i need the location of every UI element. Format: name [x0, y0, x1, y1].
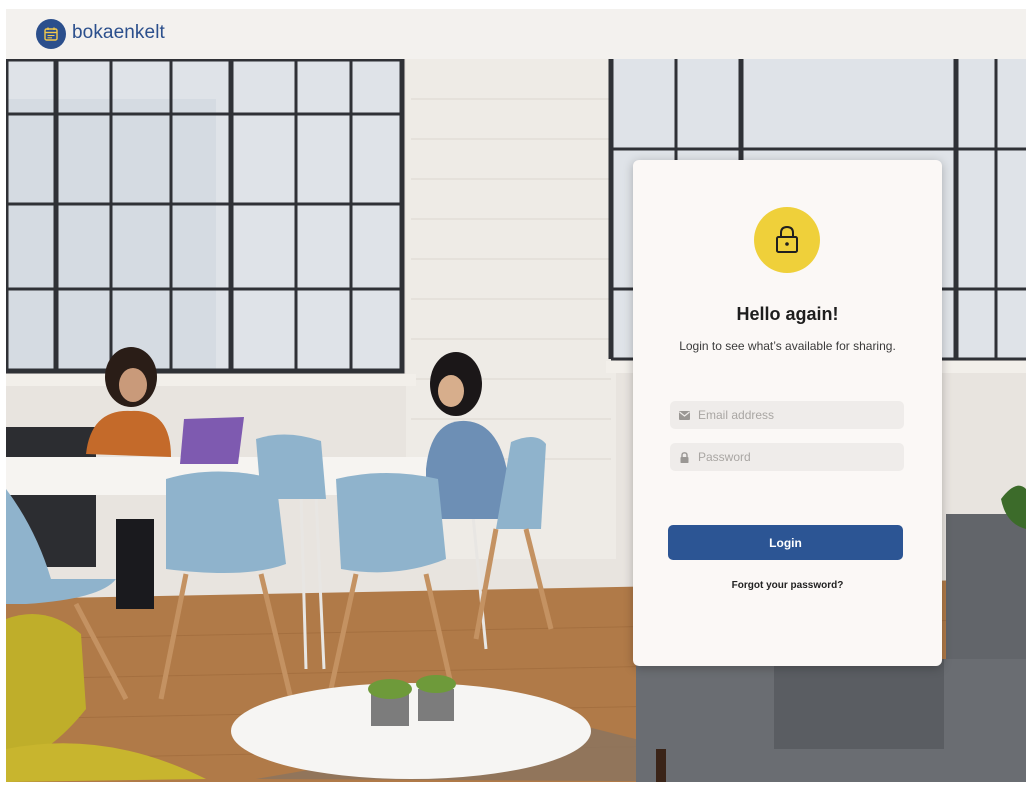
- envelope-icon: [670, 410, 698, 420]
- email-input[interactable]: [698, 408, 888, 422]
- calendar-logo-icon: [44, 27, 58, 41]
- password-input[interactable]: [698, 450, 888, 464]
- brand-logo[interactable]: [36, 19, 66, 49]
- login-card: Hello again! Login to see what’s availab…: [633, 160, 942, 666]
- app-frame: bokaenkelt Hello again! Login to see wha…: [6, 9, 1026, 782]
- top-bar: bokaenkelt: [6, 9, 1026, 59]
- lock-icon: [776, 225, 798, 253]
- page-title: Hello again!: [736, 304, 839, 324]
- forgot-password-link[interactable]: Forgot your password?: [633, 580, 942, 591]
- padlock-icon: [670, 451, 698, 463]
- password-field[interactable]: [670, 443, 904, 471]
- lock-badge: [754, 207, 820, 273]
- page-subtitle: Login to see what’s available for sharin…: [679, 339, 896, 353]
- email-field[interactable]: [670, 401, 904, 429]
- brand-name[interactable]: bokaenkelt: [72, 22, 165, 44]
- login-button[interactable]: Login: [668, 525, 903, 560]
